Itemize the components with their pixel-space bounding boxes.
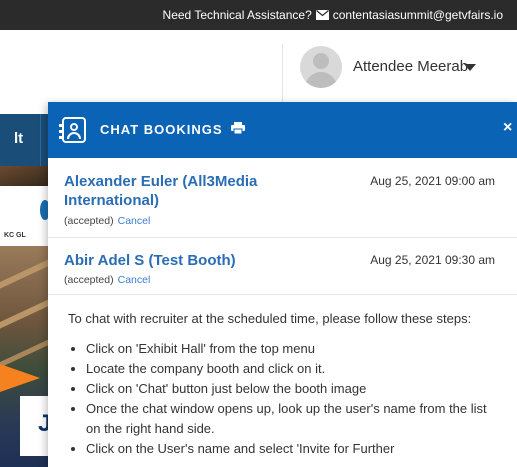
booking-status: (accepted) Cancel [64,215,150,227]
assistance-text: Need Technical Assistance? [162,8,312,22]
instructions-intro: To chat with recruiter at the scheduled … [68,311,472,326]
print-icon[interactable] [231,122,245,134]
top-bar: Need Technical Assistance? contentasiasu… [0,0,517,30]
contact-book-icon [59,117,86,143]
logo-text: KC GL [4,232,26,239]
status-text: (accepted) [64,274,114,286]
modal-header: CHAT BOOKINGS × [48,102,517,158]
user-menu-name[interactable]: Attendee Meerab [353,58,468,75]
booking-status: (accepted) Cancel [64,274,150,286]
list-item: Click on the User's name and select 'Inv… [86,439,488,459]
list-item: Click on 'Exhibit Hall' from the top men… [86,339,488,359]
booking-item: Alexander Euler (All3Media International… [48,158,517,238]
list-item: Once the chat window opens up, look up t… [86,399,488,439]
instructions-steps: Click on 'Exhibit Hall' from the top men… [68,339,488,459]
close-button[interactable]: × [503,119,512,137]
mail-icon [315,10,329,20]
chat-bookings-modal: CHAT BOOKINGS × Alexander Euler (All3Med… [48,102,517,467]
avatar[interactable] [300,46,342,88]
list-item: Locate the company booth and click on it… [86,359,488,379]
chat-instructions: To chat with recruiter at the scheduled … [68,309,488,459]
cancel-booking-link[interactable]: Cancel [118,274,151,286]
booking-name-link[interactable]: Abir Adel S (Test Booth) [64,251,236,270]
status-text: (accepted) [64,215,114,227]
support-email-link[interactable]: contentasiasummit@getvfairs.io [333,8,503,22]
booking-date: Aug 25, 2021 09:30 am [370,253,495,267]
cancel-booking-link[interactable]: Cancel [118,215,151,227]
pointer-arrow-icon [0,364,40,392]
modal-title: CHAT BOOKINGS [100,122,223,137]
booking-item: Abir Adel S (Test Booth) Aug 25, 2021 09… [48,237,517,295]
chevron-down-icon[interactable] [464,64,476,71]
user-header: Attendee Meerab [0,30,517,132]
nav-item-label: lt [14,130,24,147]
booking-date: Aug 25, 2021 09:00 am [370,174,495,188]
list-item: Click on 'Chat' button just below the bo… [86,379,488,399]
booking-name-link[interactable]: Alexander Euler (All3Media International… [64,172,304,210]
